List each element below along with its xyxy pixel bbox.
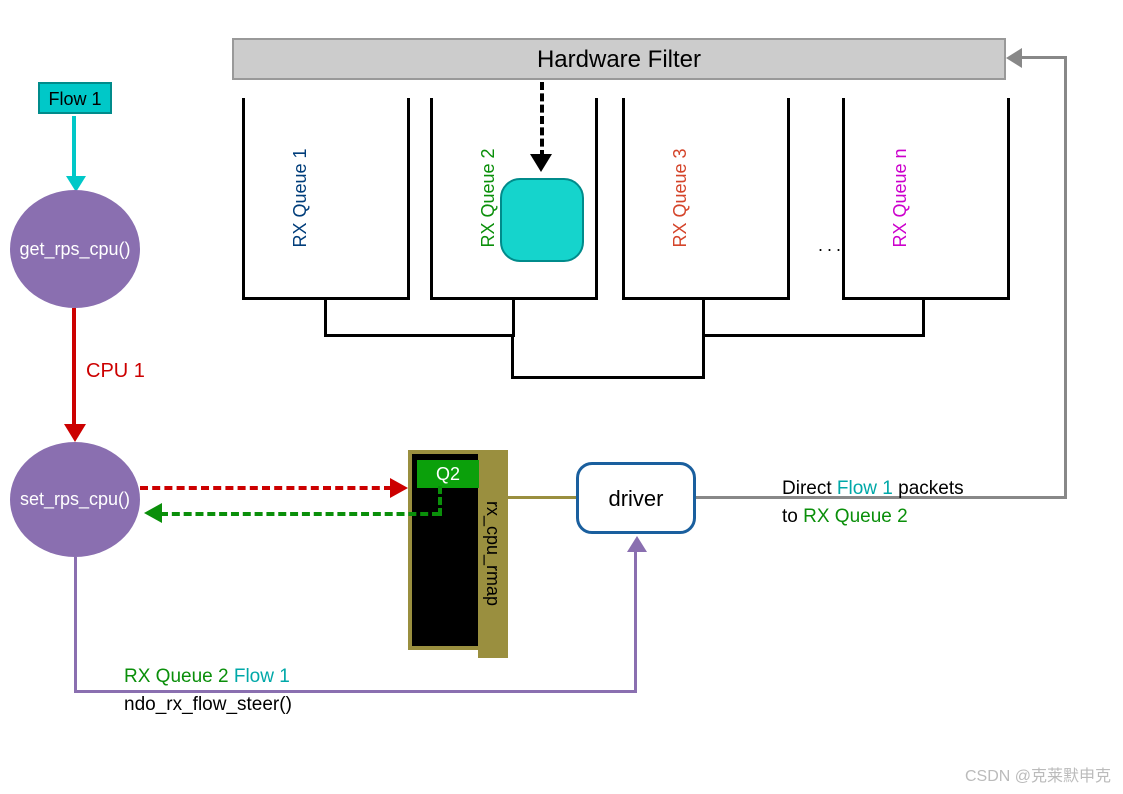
rx-queue-2-label: RX Queue 2 [478,148,499,247]
rx-queue-n-label: RX Queue n [890,148,911,247]
ndo-flow1: Flow 1 [234,666,290,687]
grey-v [1064,58,1067,499]
get-rps-cpu-node: get_rps_cpu() [10,190,140,308]
hardware-filter-bar: Hardware Filter [232,38,1006,80]
arrow-cpu1-head [64,424,86,442]
direct-txt2: packets [898,478,963,499]
purple-v1 [74,557,77,692]
hw-to-queue2-arrowhead [530,154,552,172]
packet-in-queue2 [500,178,584,262]
to-rxq2: RX Queue 2 [803,506,908,527]
bus-stub-q3 [702,300,705,336]
bus-stub-q1 [324,300,327,336]
driver-box: driver [576,462,696,534]
bus-stub-q2 [512,300,515,336]
set-rps-cpu-node: set_rps_cpu() [10,442,140,557]
rx-cpu-rmap-label: rx_cpu_rmap [478,450,508,658]
arrow-flow1-to-getrps [72,116,76,178]
hw-to-queue2-arrow [540,82,544,158]
rmap-to-driver-line [508,496,576,499]
cpu1-label: CPU 1 [86,360,145,383]
bus-h1 [324,334,515,337]
dashed-red-arrow [140,486,392,490]
dashed-green-head [144,503,162,523]
rx-cpu-rmap-box: rx_cpu_rmap Q2 [408,450,508,650]
flow1-box: Flow 1 [38,82,112,114]
purple-h [74,690,636,693]
direct-line1: Direct Flow 1 packets [782,478,964,500]
arrow-cpu1 [72,308,76,426]
bus-v-left [511,334,514,378]
rx-queue-3: RX Queue 3 [622,98,790,300]
queue-ellipsis: ... [818,235,845,256]
bus-stub-qn [922,300,925,336]
rx-queue-1-label: RX Queue 1 [290,148,311,247]
rx-queue-n: RX Queue n [842,98,1010,300]
ndo-rxq2: RX Queue 2 [124,666,234,687]
purple-v2 [634,552,637,693]
direct-txt1: Direct [782,478,837,499]
bus-h3 [511,376,705,379]
grey-h2 [1020,56,1067,59]
purple-arrow-head [627,536,647,552]
direct-line2: to RX Queue 2 [782,506,908,528]
ndo-func: ndo_rx_flow_steer() [124,694,292,716]
grey-arrow-head [1006,48,1022,68]
dashed-green-arrow [160,512,440,516]
direct-flow1: Flow 1 [837,478,898,499]
rx-queue-1: RX Queue 1 [242,98,410,300]
watermark: CSDN @克莱默申克 [965,762,1111,786]
dashed-red-head [390,478,408,498]
bus-v-right [702,334,705,378]
to-txt: to [782,506,803,527]
rmap-q2-slot: Q2 [417,460,479,488]
bus-h2 [702,334,925,337]
rx-queue-3-label: RX Queue 3 [670,148,691,247]
ndo-line1: RX Queue 2 Flow 1 [124,666,290,688]
